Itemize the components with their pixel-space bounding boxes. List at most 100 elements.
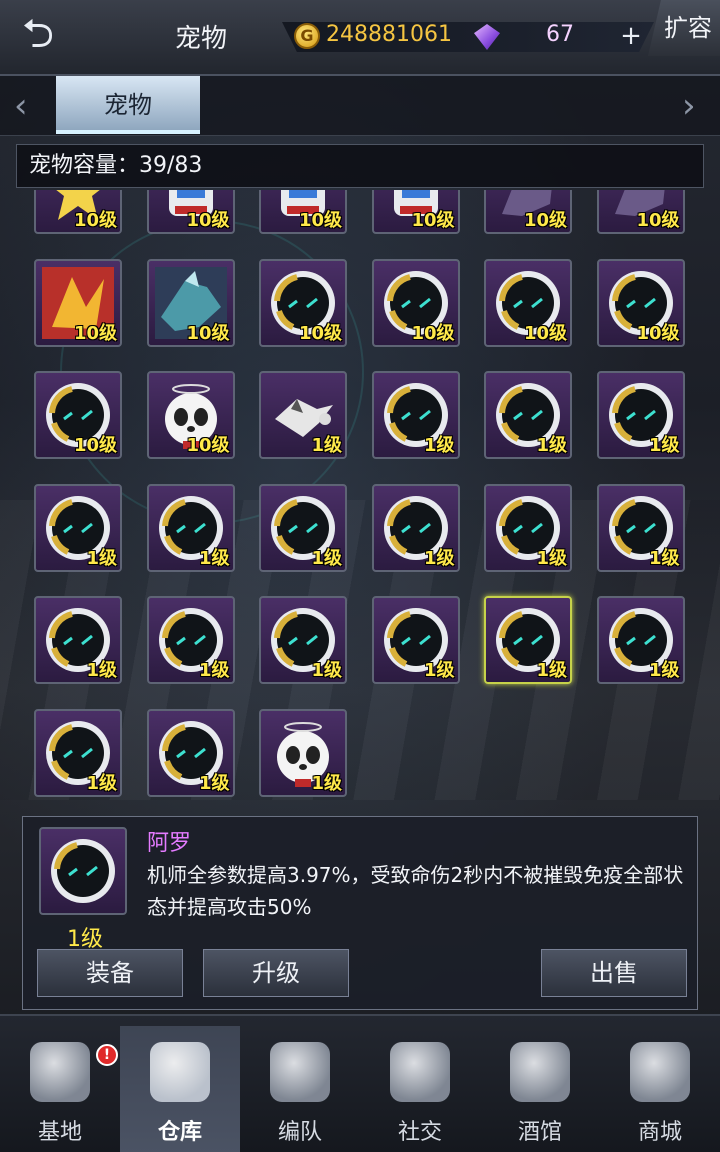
nav-label: 仓库 (157, 1120, 202, 1145)
pet-slot[interactable]: 10级 (146, 371, 235, 459)
pet-level: 1级 (311, 660, 342, 681)
pet-level: 1级 (311, 547, 342, 569)
pet-slot[interactable]: 1级 (259, 596, 347, 684)
pet-slot[interactable]: 1级 (371, 371, 460, 459)
handshake-icon (390, 1042, 450, 1102)
pet-level: 10级 (186, 322, 230, 344)
pet-level: 10级 (636, 322, 680, 344)
pet-level: 10级 (73, 435, 117, 456)
page-title: 宠物 (175, 24, 228, 54)
pet-grid: 10级 10级 10级 10级 10级 10级 10级 10级 10级 10级 10级 10级 10级 1… (0, 190, 720, 802)
back-arrow-icon: ⮌ (21, 11, 55, 57)
pet-slot[interactable]: 1级 (146, 708, 235, 797)
selected-pet-description: 机师全参数提高3.97%，受致命伤2秒内不被摧毁免疫全部状态并提高攻击50% (147, 863, 684, 919)
pet-level: 1级 (86, 547, 117, 569)
pet-slot[interactable]: 1级 (34, 708, 122, 797)
pet-slot[interactable]: 10级 (596, 258, 685, 347)
pet-level: 10级 (523, 322, 567, 344)
pet-slot[interactable]: 1级 (259, 708, 347, 797)
pet-level: 10级 (523, 210, 567, 231)
chevron-left-icon[interactable]: ‹ (14, 86, 28, 126)
pet-slot[interactable]: 1级 (596, 483, 685, 572)
pet-slot[interactable]: 10级 (146, 190, 235, 234)
pet-slot[interactable]: 1级 (146, 596, 235, 684)
expand-capacity-button[interactable]: 扩容 (648, 0, 720, 56)
bottom-nav: ! 基地 仓库 编队 社交 酒馆 商城 (0, 1014, 720, 1152)
coin-count: 248881061 (326, 22, 452, 47)
pet-level: 10级 (411, 322, 455, 344)
pet-slot[interactable]: 1级 (371, 483, 460, 572)
pet-level: 1级 (86, 772, 117, 794)
top-bar: ⮌ 宠物 G 248881061 67 + 扩容 (0, 0, 720, 76)
formation-icon (270, 1042, 330, 1102)
pet-slot[interactable]: 10级 (34, 371, 122, 459)
nav-label: 编队 (277, 1120, 322, 1145)
pet-slot[interactable]: 1级 (146, 483, 235, 572)
pet-level: 10级 (636, 210, 680, 231)
pet-level: 1级 (86, 660, 117, 681)
pet-detail-panel: 1级 阿罗 机师全参数提高3.97%，受致命伤2秒内不被摧毁免疫全部状态并提高攻… (22, 816, 698, 1010)
pet-slot[interactable]: 1级 (596, 596, 685, 684)
pet-level: 10级 (186, 210, 230, 231)
pet-slot[interactable]: 10级 (371, 258, 460, 347)
helmet-pet-icon (51, 839, 115, 903)
pet-slot[interactable]: 10级 (259, 190, 347, 234)
sell-button[interactable]: 出售 (541, 949, 687, 997)
pet-slot[interactable]: 1级 (484, 596, 572, 684)
nav-shop[interactable]: 商城 (600, 1026, 720, 1152)
pet-level: 1级 (536, 435, 567, 456)
nav-formation[interactable]: 编队 (240, 1026, 360, 1152)
pet-slot[interactable]: 1级 (371, 596, 460, 684)
pet-slot[interactable]: 1级 (484, 483, 572, 572)
pet-capacity: 宠物容量：39/83 (16, 144, 704, 188)
alert-icon: ! (96, 1044, 118, 1066)
pet-level: 1级 (198, 660, 230, 681)
pet-slot[interactable]: 1级 (34, 596, 122, 684)
pet-level: 1级 (198, 772, 230, 794)
pet-slot[interactable]: 1级 (259, 483, 347, 572)
upgrade-button[interactable]: 升级 (203, 949, 349, 997)
base-icon (30, 1042, 90, 1102)
pet-slot[interactable]: 10级 (371, 190, 460, 234)
nav-social[interactable]: 社交 (360, 1026, 480, 1152)
tavern-icon (510, 1042, 570, 1102)
nav-label: 基地 (37, 1120, 82, 1145)
add-gems-button[interactable]: + (618, 23, 644, 50)
pet-slot[interactable]: 10级 (34, 190, 122, 234)
tab-bar: ‹ 宠物 › (0, 76, 720, 136)
pet-slot[interactable]: 1级 (34, 483, 122, 572)
pet-level: 10级 (411, 210, 455, 231)
pet-level: 10级 (186, 435, 230, 456)
pet-level: 1级 (536, 660, 567, 681)
pet-level: 1级 (648, 435, 680, 456)
pet-level: 1级 (423, 660, 455, 681)
tab-pets[interactable]: 宠物 (56, 76, 200, 134)
warehouse-icon (150, 1042, 210, 1102)
pet-slot[interactable]: 10级 (259, 258, 347, 347)
pet-slot[interactable]: 1级 (259, 371, 347, 459)
chevron-right-icon[interactable]: › (682, 86, 696, 126)
nav-warehouse[interactable]: 仓库 (120, 1026, 240, 1152)
selected-pet-icon (39, 827, 127, 915)
pet-slot[interactable]: 10级 (484, 190, 572, 234)
pet-level: 10级 (298, 322, 342, 344)
pet-slot[interactable]: 1级 (484, 371, 572, 459)
pet-slot[interactable]: 10级 (146, 258, 235, 347)
shop-icon (630, 1042, 690, 1102)
pet-level: 10级 (298, 210, 342, 231)
pet-level: 1级 (648, 547, 680, 569)
coin-icon: G (294, 23, 320, 49)
back-button[interactable]: ⮌ (6, 12, 70, 56)
nav-label: 酒馆 (517, 1120, 562, 1145)
equip-button[interactable]: 装备 (37, 949, 183, 997)
selected-pet-name: 阿罗 (147, 831, 192, 856)
pet-slot[interactable]: 10级 (34, 258, 122, 347)
pet-slot[interactable]: 10级 (596, 190, 685, 234)
pet-level: 1级 (648, 660, 680, 681)
pet-slot[interactable]: 1级 (596, 371, 685, 459)
pet-level: 10级 (73, 322, 117, 344)
pet-slot[interactable]: 10级 (484, 258, 572, 347)
nav-label: 商城 (637, 1120, 682, 1145)
nav-base[interactable]: ! 基地 (0, 1026, 120, 1152)
nav-tavern[interactable]: 酒馆 (480, 1026, 600, 1152)
